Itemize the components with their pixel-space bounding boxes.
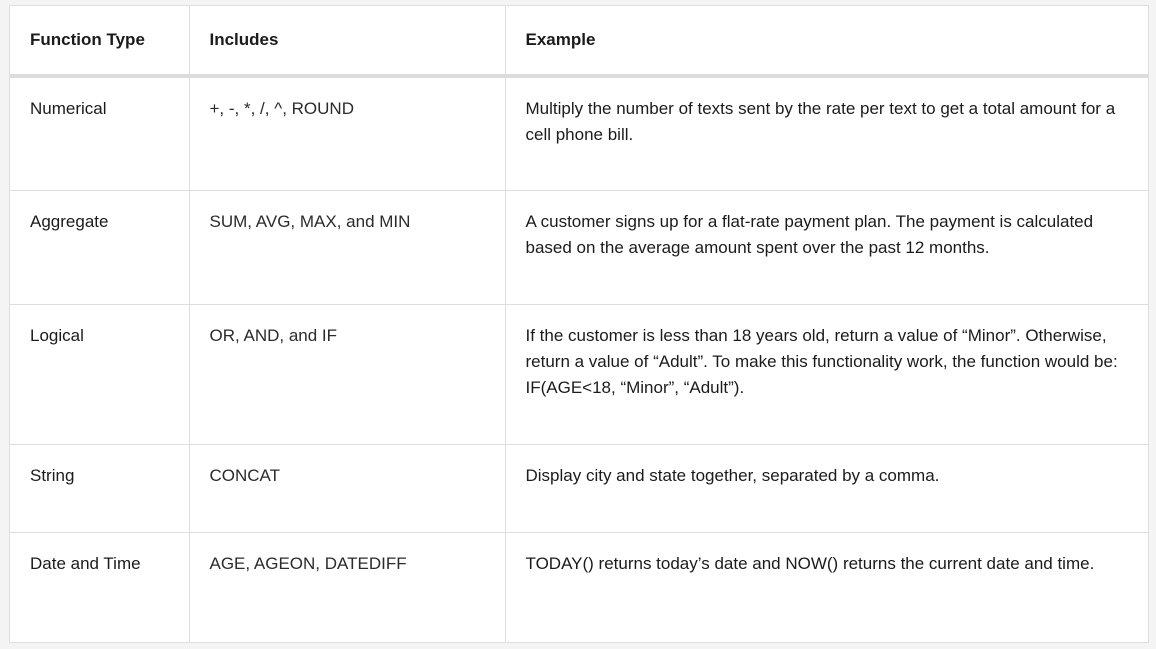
cell-example: TODAY() returns today’s date and NOW() r… bbox=[525, 554, 1095, 573]
table-header-row: Function Type Includes Example bbox=[10, 6, 1148, 78]
cell-includes: SUM, AVG, MAX, and MIN bbox=[189, 190, 506, 305]
cell-function-type: Numerical bbox=[10, 76, 190, 191]
cell-example: A customer signs up for a flat-rate paym… bbox=[505, 190, 1148, 305]
cell-includes: OR, AND, and IF bbox=[189, 304, 506, 445]
cell-includes: AGE, AGEON, DATEDIFF bbox=[189, 532, 506, 642]
table-row: Numerical +, -, *, /, ^, ROUND Multiply … bbox=[10, 76, 1148, 191]
header-example: Example bbox=[505, 6, 1148, 78]
cell-function-type: Logical bbox=[10, 304, 190, 445]
table-row: Aggregate SUM, AVG, MAX, and MIN A custo… bbox=[10, 190, 1148, 305]
table-row: Logical OR, AND, and IF If the customer … bbox=[10, 304, 1148, 445]
cell-example: Multiply the number of texts sent by the… bbox=[505, 76, 1148, 191]
table-row: String CONCAT Display city and state tog… bbox=[10, 444, 1148, 533]
cell-includes: CONCAT bbox=[189, 444, 506, 533]
cell-example: If the customer is less than 18 years ol… bbox=[505, 304, 1148, 445]
cell-includes: +, -, *, /, ^, ROUND bbox=[189, 76, 506, 191]
cell-function-type: String bbox=[10, 444, 190, 533]
header-function-type: Function Type bbox=[10, 6, 190, 78]
cell-function-type: Aggregate bbox=[10, 190, 190, 305]
table-row: Date and Time AGE, AGEON, DATEDIFF TODAY… bbox=[10, 532, 1148, 642]
function-types-table: Function Type Includes Example Numerical… bbox=[10, 6, 1148, 642]
function-types-table-container: Function Type Includes Example Numerical… bbox=[9, 5, 1149, 643]
cell-function-type: Date and Time bbox=[10, 532, 190, 642]
header-includes: Includes bbox=[189, 6, 506, 78]
cell-example: Display city and state together, separat… bbox=[505, 444, 1148, 533]
